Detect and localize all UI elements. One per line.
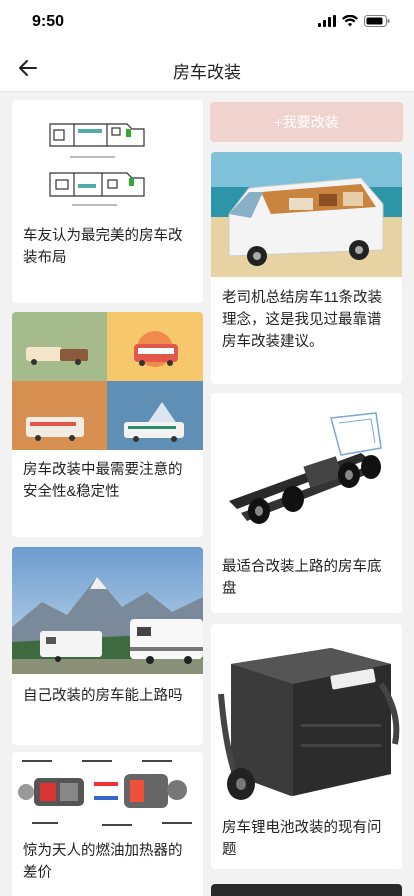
rv-chassis-image [211, 393, 402, 538]
article-card-battery[interactable]: 房车锂电池改装的现有问题 [211, 624, 402, 869]
article-image-mountain-rv [12, 547, 203, 674]
article-image-van-cutaway [211, 152, 402, 277]
article-title: 老司机总结房车11条改装理念，这是我见过最靠谱房车改装建议。 [222, 290, 383, 350]
page-title: 房车改装 [173, 63, 241, 82]
modify-request-button[interactable]: +我要改装 [210, 102, 403, 142]
rv-illustration-grid-image [12, 312, 203, 450]
article-card-chassis[interactable]: 最适合改装上路的房车底盘 [211, 393, 402, 613]
article-title: 车友认为最完美的房车改装布局 [23, 228, 183, 266]
article-title: 房车锂电池改装的现有问题 [222, 820, 382, 858]
battery-icon [364, 15, 390, 27]
article-feed[interactable]: 车友认为最完美的房车改装布局 房车改装中最需要注意的安全性&稳定性 自己改装的房… [0, 92, 414, 896]
article-card-road-legal[interactable]: 自己改装的房车能上路吗 [12, 547, 203, 745]
article-card-heater[interactable]: 惊为天人的燃油加热器的差价 [12, 752, 203, 896]
nav-bar: 房车改装 [0, 44, 414, 92]
article-card-tips[interactable]: 老司机总结房车11条改装理念，这是我见过最靠谱房车改装建议。 [211, 152, 402, 384]
article-image-rv-illustrations [12, 312, 203, 450]
wifi-icon [342, 15, 358, 27]
mountain-rv-photo-image [12, 547, 203, 674]
article-title: 自己改装的房车能上路吗 [23, 688, 183, 704]
article-card-layout[interactable]: 车友认为最完美的房车改装布局 [12, 100, 203, 303]
article-image-chassis [211, 393, 402, 538]
lithium-battery-cooler-image [211, 624, 402, 809]
rv-floorplan-image [12, 100, 203, 215]
article-image-floorplan [12, 100, 203, 215]
article-title: 最适合改装上路的房车底盘 [222, 559, 382, 597]
article-card-partial[interactable] [211, 884, 402, 896]
article-card-safety[interactable]: 房车改装中最需要注意的安全性&稳定性 [12, 312, 203, 537]
article-image-battery-cooler [211, 624, 402, 809]
status-bar: 9:50 [0, 0, 414, 44]
article-image-heater-diagram [12, 752, 203, 837]
article-image-partial [211, 884, 402, 896]
status-time: 9:50 [32, 13, 65, 30]
status-icons [318, 15, 390, 27]
van-cutaway-image [211, 152, 402, 277]
fuel-heater-diagram-image [12, 752, 203, 837]
signal-icon [318, 15, 336, 27]
article-title: 房车改装中最需要注意的安全性&稳定性 [23, 462, 183, 500]
article-title: 惊为天人的燃油加热器的差价 [23, 843, 183, 881]
